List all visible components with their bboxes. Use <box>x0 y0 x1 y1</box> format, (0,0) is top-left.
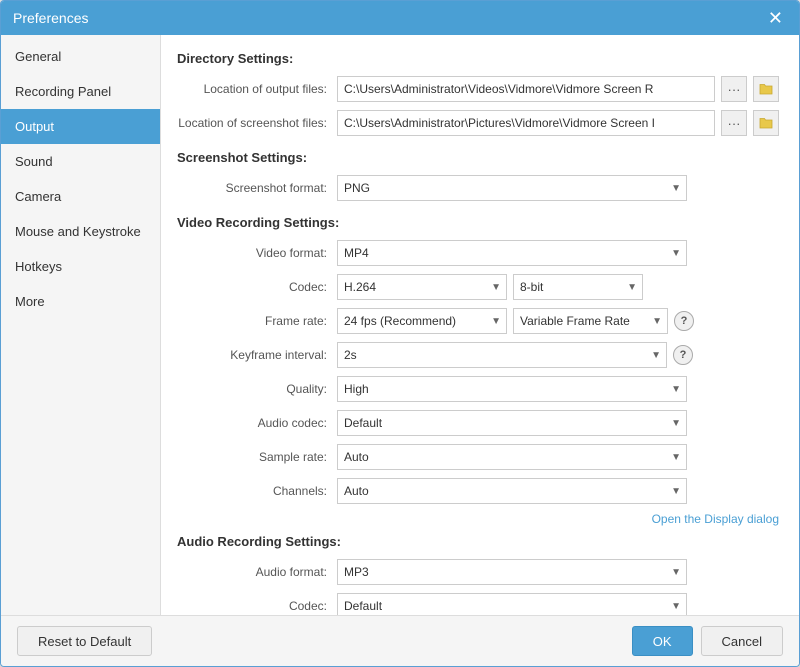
frame-rate-select[interactable]: 24 fps (Recommend) <box>337 308 507 334</box>
screenshot-files-folder-button[interactable] <box>753 110 779 136</box>
codec-dropdown-wrapper: H.264 ▼ <box>337 274 507 300</box>
video-recording-settings-title: Video Recording Settings: <box>177 215 779 230</box>
frame-rate-type-select[interactable]: Variable Frame Rate <box>513 308 668 334</box>
directory-settings-title: Directory Settings: <box>177 51 779 66</box>
sample-rate-dropdown-wrapper: Auto ▼ <box>337 444 687 470</box>
codec-row: Codec: H.264 ▼ 8-bit ▼ <box>177 274 779 300</box>
codec-select[interactable]: H.264 <box>337 274 507 300</box>
video-format-dropdown-wrapper: MP4 ▼ <box>337 240 687 266</box>
keyframe-help-button[interactable]: ? <box>673 345 693 365</box>
frame-rate-row: Frame rate: 24 fps (Recommend) ▼ Variabl… <box>177 308 779 334</box>
audio-recording-codec-dropdown-wrapper: Default ▼ <box>337 593 687 615</box>
frame-rate-label: Frame rate: <box>177 314 337 328</box>
close-button[interactable]: ✕ <box>764 9 787 27</box>
window-title: Preferences <box>13 10 88 26</box>
screenshot-format-label: Screenshot format: <box>177 181 337 195</box>
screenshot-files-path-input[interactable] <box>337 110 715 136</box>
screenshot-format-dropdown-wrapper: PNG ▼ <box>337 175 687 201</box>
sidebar-item-mouse-and-keystroke[interactable]: Mouse and Keystroke <box>1 214 160 249</box>
video-format-row: Video format: MP4 ▼ <box>177 240 779 266</box>
audio-recording-codec-label: Codec: <box>177 599 337 613</box>
title-bar: Preferences ✕ <box>1 1 799 35</box>
sidebar-item-recording-panel[interactable]: Recording Panel <box>1 74 160 109</box>
reset-to-default-button[interactable]: Reset to Default <box>17 626 152 656</box>
main-content: General Recording Panel Output Sound Cam… <box>1 35 799 615</box>
sidebar-item-hotkeys[interactable]: Hotkeys <box>1 249 160 284</box>
output-files-dots-button[interactable]: ··· <box>721 76 747 102</box>
keyframe-interval-row: Keyframe interval: 2s ▼ ? <box>177 342 779 368</box>
open-display-dialog-link[interactable]: Open the Display dialog <box>652 512 779 526</box>
channels-label: Channels: <box>177 484 337 498</box>
video-format-select[interactable]: MP4 <box>337 240 687 266</box>
screenshot-format-row: Screenshot format: PNG ▼ <box>177 175 779 201</box>
screenshot-files-row: Location of screenshot files: ··· <box>177 110 779 136</box>
codec-label: Codec: <box>177 280 337 294</box>
screenshot-files-controls: ··· <box>337 110 779 136</box>
sidebar: General Recording Panel Output Sound Cam… <box>1 35 161 615</box>
sidebar-item-camera[interactable]: Camera <box>1 179 160 214</box>
content-area: Directory Settings: Location of output f… <box>161 35 799 615</box>
folder-icon-2 <box>759 117 773 129</box>
audio-format-select[interactable]: MP3 <box>337 559 687 585</box>
sidebar-item-sound[interactable]: Sound <box>1 144 160 179</box>
audio-recording-codec-row: Codec: Default ▼ <box>177 593 779 615</box>
audio-format-dropdown-wrapper: MP3 ▼ <box>337 559 687 585</box>
footer: Reset to Default OK Cancel <box>1 615 799 666</box>
sidebar-item-output[interactable]: Output <box>1 109 160 144</box>
audio-recording-codec-select[interactable]: Default <box>337 593 687 615</box>
quality-row: Quality: High ▼ <box>177 376 779 402</box>
audio-codec-dropdown-wrapper: Default ▼ <box>337 410 687 436</box>
channels-select[interactable]: Auto <box>337 478 687 504</box>
footer-right: OK Cancel <box>632 626 783 656</box>
channels-dropdown-wrapper: Auto ▼ <box>337 478 687 504</box>
audio-recording-settings-title: Audio Recording Settings: <box>177 534 779 549</box>
frame-rate-dropdown-wrapper: 24 fps (Recommend) ▼ <box>337 308 507 334</box>
video-format-label: Video format: <box>177 246 337 260</box>
preferences-window: Preferences ✕ General Recording Panel Ou… <box>0 0 800 667</box>
audio-codec-row: Audio codec: Default ▼ <box>177 410 779 436</box>
ok-button[interactable]: OK <box>632 626 693 656</box>
cancel-button[interactable]: Cancel <box>701 626 783 656</box>
screenshot-files-label: Location of screenshot files: <box>177 116 337 130</box>
audio-codec-select[interactable]: Default <box>337 410 687 436</box>
keyframe-interval-label: Keyframe interval: <box>177 348 337 362</box>
output-files-controls: ··· <box>337 76 779 102</box>
screenshot-files-dots-button[interactable]: ··· <box>721 110 747 136</box>
frame-rate-type-dropdown-wrapper: Variable Frame Rate ▼ <box>513 308 668 334</box>
audio-format-row: Audio format: MP3 ▼ <box>177 559 779 585</box>
quality-select[interactable]: High <box>337 376 687 402</box>
sample-rate-row: Sample rate: Auto ▼ <box>177 444 779 470</box>
frame-rate-help-button[interactable]: ? <box>674 311 694 331</box>
output-files-path-input[interactable] <box>337 76 715 102</box>
screenshot-format-select[interactable]: PNG <box>337 175 687 201</box>
audio-codec-label: Audio codec: <box>177 416 337 430</box>
keyframe-interval-dropdown-wrapper: 2s ▼ <box>337 342 667 368</box>
sample-rate-select[interactable]: Auto <box>337 444 687 470</box>
quality-label: Quality: <box>177 382 337 396</box>
screenshot-format-controls: PNG ▼ <box>337 175 779 201</box>
bit-depth-select[interactable]: 8-bit <box>513 274 643 300</box>
bit-depth-dropdown-wrapper: 8-bit ▼ <box>513 274 643 300</box>
folder-icon <box>759 83 773 95</box>
screenshot-settings-title: Screenshot Settings: <box>177 150 779 165</box>
sidebar-item-general[interactable]: General <box>1 39 160 74</box>
audio-format-label: Audio format: <box>177 565 337 579</box>
output-files-row: Location of output files: ··· <box>177 76 779 102</box>
display-dialog-row: Open the Display dialog <box>177 512 779 526</box>
keyframe-interval-select[interactable]: 2s <box>337 342 667 368</box>
output-files-label: Location of output files: <box>177 82 337 96</box>
output-files-folder-button[interactable] <box>753 76 779 102</box>
channels-row: Channels: Auto ▼ <box>177 478 779 504</box>
quality-dropdown-wrapper: High ▼ <box>337 376 687 402</box>
sample-rate-label: Sample rate: <box>177 450 337 464</box>
sidebar-item-more[interactable]: More <box>1 284 160 319</box>
